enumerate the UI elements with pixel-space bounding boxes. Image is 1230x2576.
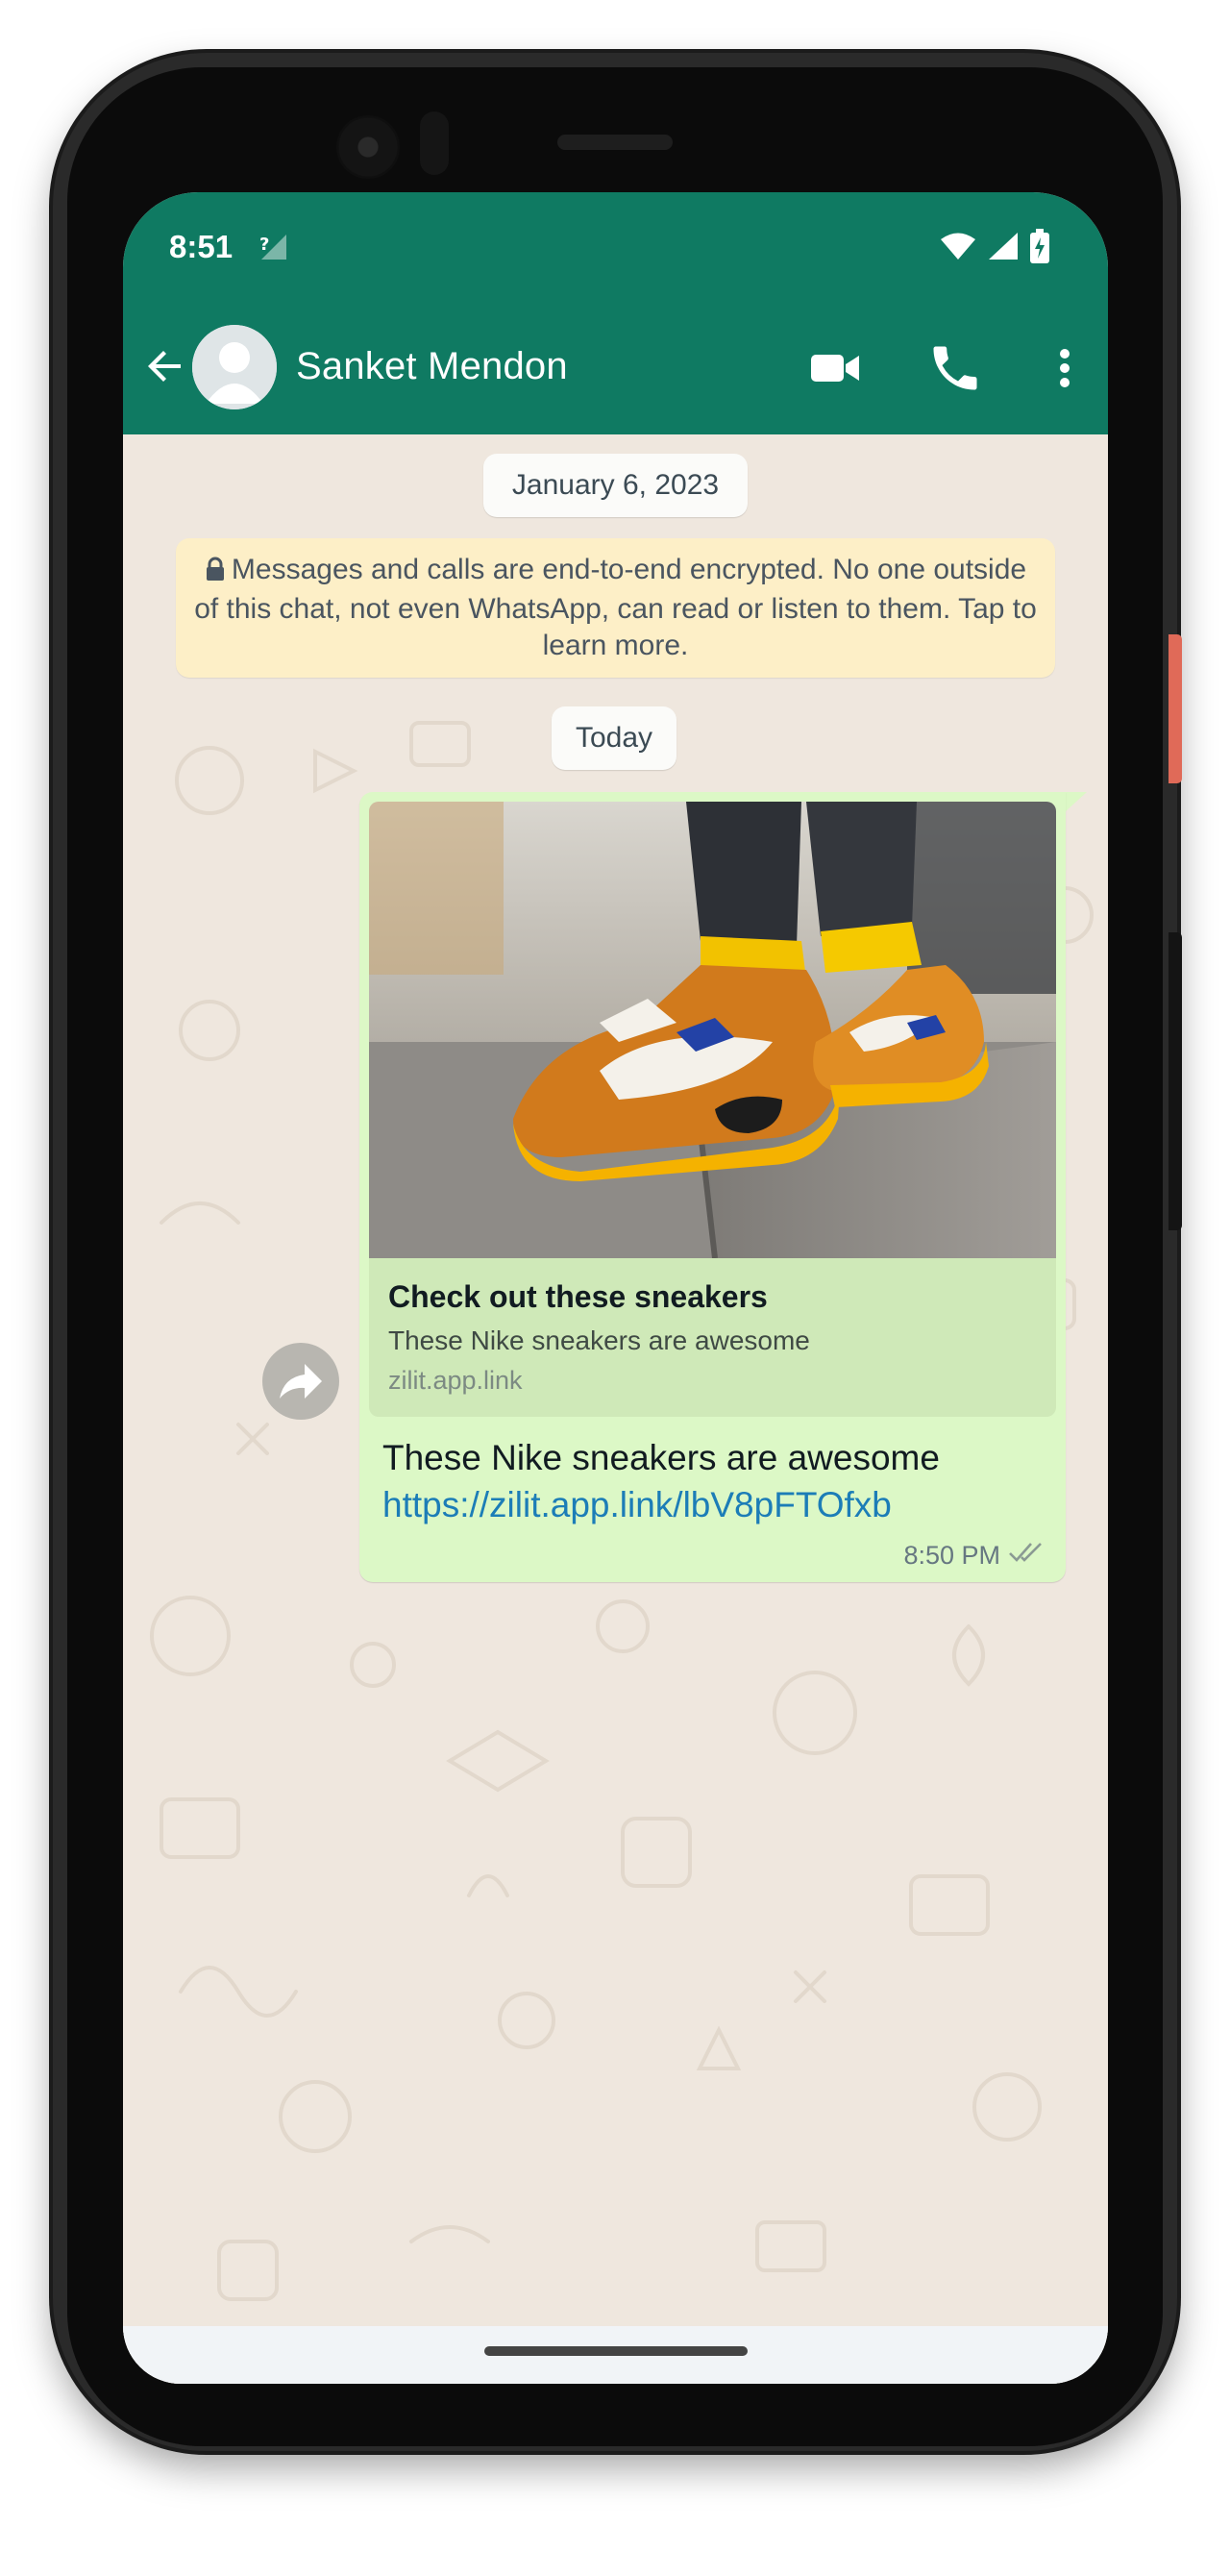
- proximity-sensor: [420, 111, 449, 175]
- forward-icon: [280, 1364, 322, 1399]
- phone-icon[interactable]: [926, 339, 984, 397]
- phone-screen: 8:51 ? Sanket Mendon January 6, 2023 Mes…: [123, 192, 1108, 2384]
- contact-name[interactable]: Sanket Mendon: [296, 345, 568, 388]
- svg-text:?: ?: [259, 235, 269, 255]
- avatar[interactable]: [192, 325, 277, 409]
- front-camera: [336, 115, 400, 179]
- bubble-tail: [1066, 792, 1087, 811]
- more-vert-icon[interactable]: [1036, 339, 1094, 397]
- video-call-icon[interactable]: [807, 339, 865, 397]
- message-time: 8:50 PM: [903, 1541, 1000, 1570]
- battery-icon: [1029, 229, 1050, 268]
- lock-icon: [205, 555, 226, 591]
- outgoing-message-bubble[interactable]: Check out these sneakers These Nike snea…: [359, 792, 1066, 1582]
- earpiece-speaker: [557, 135, 673, 150]
- cell-signal-icon: [987, 231, 1020, 266]
- encryption-notice[interactable]: Messages and calls are end-to-end encryp…: [176, 538, 1055, 678]
- chat-area[interactable]: January 6, 2023 Messages and calls are e…: [123, 434, 1108, 2384]
- preview-title: Check out these sneakers: [388, 1279, 768, 1314]
- encryption-notice-text: Messages and calls are end-to-end encryp…: [194, 554, 1037, 661]
- link-preview[interactable]: Check out these sneakers These Nike snea…: [369, 802, 1056, 1417]
- status-bar: 8:51 ?: [123, 192, 1108, 303]
- power-button: [1168, 634, 1182, 783]
- today-chip: Today: [552, 706, 676, 770]
- volume-button: [1168, 932, 1182, 1230]
- arrow-left-icon[interactable]: [140, 341, 190, 391]
- preview-domain: zilit.app.link: [388, 1366, 523, 1395]
- message-meta: 8:50 PM: [903, 1540, 1046, 1572]
- message-link[interactable]: https://zilit.app.link/lbV8pFTOfxb: [382, 1481, 892, 1529]
- forward-button[interactable]: [262, 1343, 339, 1420]
- message-text: These Nike sneakers are awesome: [382, 1438, 940, 1477]
- wifi-icon: [939, 231, 977, 266]
- date-chip: January 6, 2023: [483, 454, 748, 517]
- status-time: 8:51: [169, 229, 234, 264]
- chat-header: Sanket Mendon: [123, 303, 1108, 434]
- preview-description: These Nike sneakers are awesome: [388, 1325, 810, 1355]
- double-check-icon: [1008, 1540, 1046, 1572]
- status-icons: [939, 229, 1050, 268]
- sneakers-preview-image: [369, 802, 1056, 1258]
- home-indicator[interactable]: [484, 2346, 748, 2356]
- no-signal-icon: ?: [258, 231, 290, 268]
